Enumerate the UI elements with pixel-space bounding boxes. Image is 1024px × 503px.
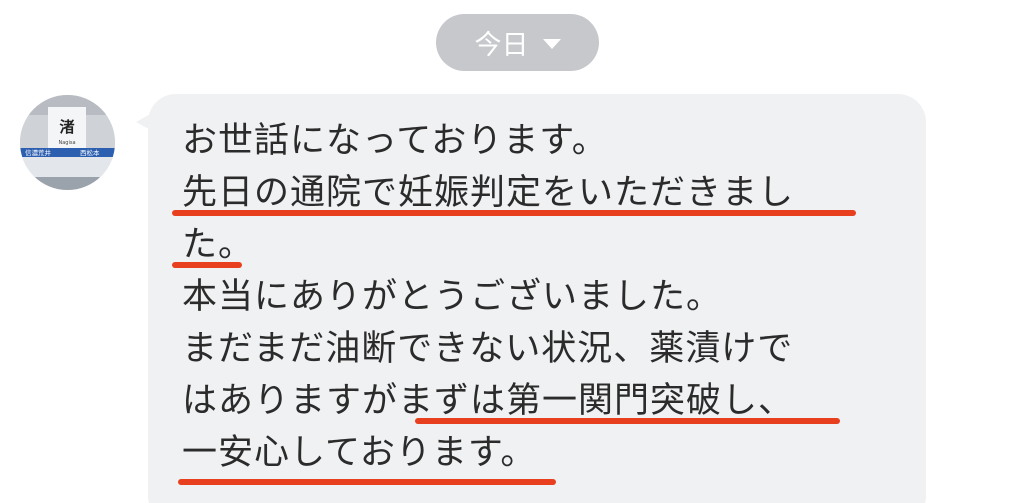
message-line-7: 一安心しております。 (182, 433, 537, 473)
highlight-underline (178, 479, 556, 485)
date-selector[interactable]: 今日 (436, 14, 599, 71)
highlight-underline (415, 418, 840, 424)
chat-screen: 今日 渚 Nagisa 信濃荒井 西松本 お世話になっております。 先日の通院で… (0, 0, 1024, 503)
avatar[interactable]: 渚 Nagisa 信濃荒井 西松本 (20, 95, 115, 190)
message-line-4: 本当にありがとうございました。 (182, 277, 723, 317)
highlight-underline (172, 262, 242, 268)
highlight-underline (172, 210, 856, 216)
prev-station-text: 信濃荒井 (25, 148, 52, 157)
station-sign-image: 渚 Nagisa 信濃荒井 西松本 (20, 95, 115, 190)
message-line-5: まだまだ油断できない状況、薬漬けで (182, 329, 794, 369)
station-name-text: 渚 (59, 118, 74, 136)
station-romaji-text: Nagisa (58, 140, 75, 146)
chevron-down-icon (542, 39, 561, 49)
message-line-1: お世話になっております。 (182, 121, 608, 161)
next-station-text: 西松本 (80, 148, 100, 157)
date-label: 今日 (474, 30, 529, 61)
